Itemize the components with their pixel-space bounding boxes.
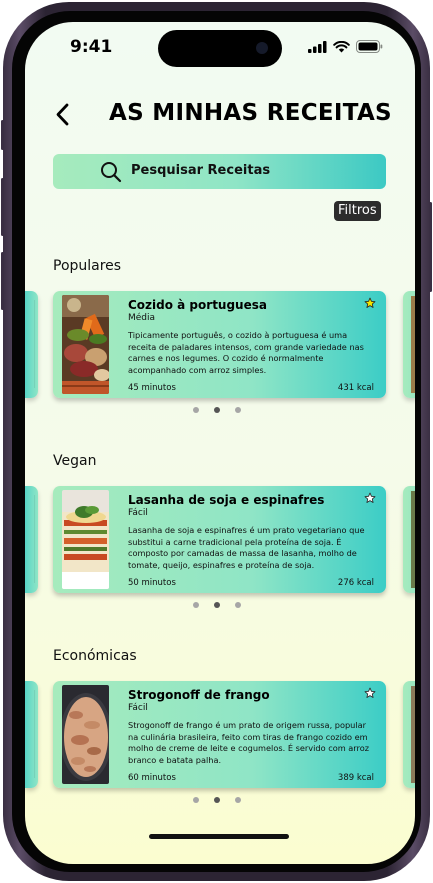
recipe-card[interactable]: Lasanha de soja e espinafres Fácil Lasan… [53,486,386,593]
next-card-peek[interactable] [403,486,415,593]
wifi-icon [333,40,350,52]
status-bar: 9:41 [25,22,415,72]
cozido-image [62,295,109,394]
section-title-economicas: Económicas [53,648,137,664]
power-button [429,202,432,292]
carousel-dot-active[interactable] [214,797,220,803]
recipe-difficulty: Média [128,313,156,323]
carousel-dot[interactable] [235,407,241,413]
carousel-dot[interactable] [193,407,199,413]
favorite-star-icon[interactable] [364,492,376,504]
search-icon [101,162,122,183]
cellular-signal-icon [308,40,327,53]
recipe-image [62,490,109,589]
carousel-dot[interactable] [193,602,199,608]
previous-card-peek[interactable] [25,681,38,788]
volume-up-button [1,178,4,236]
recipe-title: Lasanha de soja e espinafres [128,493,325,507]
recipe-time: 60 minutos [128,773,176,783]
status-time: 9:41 [70,37,113,57]
header: AS MINHAS RECEITAS [25,100,415,140]
next-card-peek[interactable] [403,291,415,398]
recipe-description: Lasanha de soja e espinafres é um prato … [128,525,365,570]
search-placeholder: Pesquisar Receitas [131,163,271,178]
dynamic-island [158,30,282,67]
screen: 9:41 AS MINHAS RECEITAS Pesquisar Receit… [25,22,415,864]
camera-icon [256,42,268,54]
carousel-dot-active[interactable] [214,602,220,608]
favorite-star-icon[interactable] [364,687,376,699]
previous-card-peek[interactable] [25,291,38,398]
recipe-kcal: 276 kcal [337,578,374,588]
recipe-card[interactable]: Cozido à portuguesa Média Tipicamente po… [53,291,386,398]
chevron-left-icon [56,103,69,126]
filters-button[interactable]: Filtros [334,201,381,221]
recipe-title: Strogonoff de frango [128,688,270,702]
recipe-kcal: 431 kcal [337,383,374,393]
next-card-peek[interactable] [403,681,415,788]
section-title-populares: Populares [53,258,122,274]
strogonoff-image [62,685,109,784]
carousel-dot[interactable] [235,797,241,803]
favorite-star-icon[interactable] [364,297,376,309]
recipe-card[interactable]: Strogonoff de frango Fácil Strogonoff de… [53,681,386,788]
recipe-description: Tipicamente português, o cozido à portug… [128,330,364,375]
back-button[interactable] [51,100,75,130]
next-card-image [411,686,415,783]
previous-card-peek[interactable] [25,486,38,593]
recipe-difficulty: Fácil [128,508,148,518]
carousel-dot-active[interactable] [214,407,220,413]
carousel-dots [193,407,241,413]
section-title-vegan: Vegan [53,453,97,469]
status-icons [308,40,383,53]
recipe-time: 50 minutos [128,578,176,588]
carousel-dot[interactable] [235,602,241,608]
recipe-image [62,685,109,784]
recipe-difficulty: Fácil [128,703,148,713]
page-title: AS MINHAS RECEITAS [109,100,392,126]
next-card-image [411,296,415,393]
recipe-kcal: 389 kcal [337,773,374,783]
battery-icon [356,40,383,53]
search-input[interactable]: Pesquisar Receitas [53,154,386,189]
recipe-description: Strogonoff de frango é um prato de orige… [128,720,370,765]
action-button [1,120,4,150]
carousel-dots [193,797,241,803]
next-card-image [411,491,415,588]
carousel-dot[interactable] [193,797,199,803]
lasanha-image [62,490,109,589]
home-indicator[interactable] [149,834,289,839]
volume-down-button [1,252,4,310]
recipe-title: Cozido à portuguesa [128,298,267,312]
recipe-time: 45 minutos [128,383,176,393]
carousel-dots [193,602,241,608]
recipe-image [62,295,109,394]
